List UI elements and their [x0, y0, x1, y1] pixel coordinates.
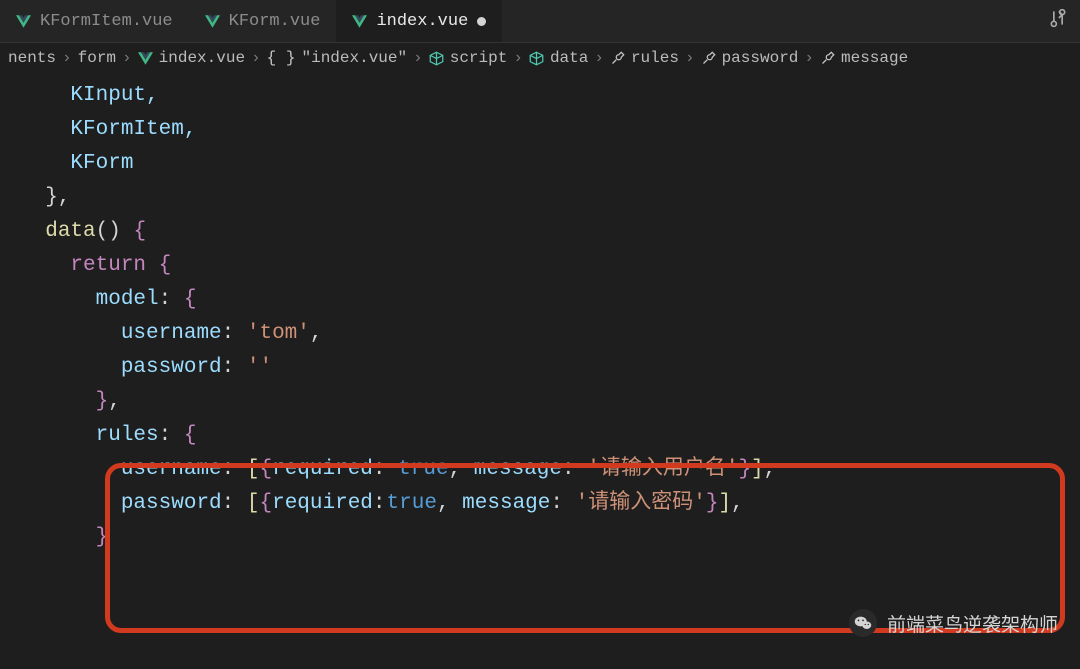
- cube-icon: [429, 51, 444, 66]
- breadcrumb-item[interactable]: nents: [8, 49, 56, 67]
- chevron-right-icon: ›: [251, 49, 261, 67]
- watermark: 前端菜鸟逆袭架构师: [849, 609, 1058, 637]
- code-line: password: [{required:true, message: '请输入…: [20, 487, 1080, 521]
- braces-icon: { }: [267, 49, 296, 67]
- code-line: data() {: [20, 215, 1080, 249]
- code-line: KFormItem,: [20, 113, 1080, 147]
- vue-icon: [16, 15, 31, 28]
- chevron-right-icon: ›: [594, 49, 604, 67]
- chevron-right-icon: ›: [804, 49, 814, 67]
- wrench-icon: [610, 51, 625, 66]
- code-line: username: 'tom',: [20, 317, 1080, 351]
- tab-kformitem[interactable]: KFormItem.vue: [0, 0, 189, 42]
- chevron-right-icon: ›: [122, 49, 132, 67]
- code-line: model: {: [20, 283, 1080, 317]
- watermark-text: 前端菜鸟逆袭架构师: [887, 610, 1058, 637]
- code-line: return {: [20, 249, 1080, 283]
- breadcrumb-item[interactable]: index.vue: [138, 49, 245, 67]
- breadcrumb-item[interactable]: message: [820, 49, 908, 67]
- cube-icon: [529, 51, 544, 66]
- breadcrumb-item[interactable]: rules: [610, 49, 679, 67]
- code-line: },: [20, 385, 1080, 419]
- chevron-right-icon: ›: [513, 49, 523, 67]
- tab-label: KFormItem.vue: [40, 12, 173, 31]
- breadcrumb-item[interactable]: { } "index.vue": [267, 49, 407, 67]
- breadcrumb-item[interactable]: password: [701, 49, 799, 67]
- breadcrumb-item[interactable]: script: [429, 49, 508, 67]
- tabs-container: KFormItem.vue KForm.vue index.vue: [0, 0, 502, 42]
- code-line: KInput,: [20, 79, 1080, 113]
- code-line: }: [20, 521, 1080, 555]
- compare-changes-icon[interactable]: [1048, 8, 1068, 34]
- tab-label: index.vue: [376, 12, 468, 31]
- code-line: username: [{required: true, message: '请输…: [20, 453, 1080, 487]
- breadcrumb-item[interactable]: data: [529, 49, 588, 67]
- wrench-icon: [820, 51, 835, 66]
- tab-index[interactable]: index.vue: [336, 0, 502, 42]
- chevron-right-icon: ›: [62, 49, 72, 67]
- tab-bar: KFormItem.vue KForm.vue index.vue: [0, 0, 1080, 42]
- tab-kform[interactable]: KForm.vue: [189, 0, 337, 42]
- text-cursor-icon: [386, 490, 387, 510]
- dirty-indicator: [477, 17, 486, 26]
- tab-label: KForm.vue: [229, 12, 321, 31]
- code-line: KForm: [20, 147, 1080, 181]
- vue-icon: [205, 15, 220, 28]
- code-line: },: [20, 181, 1080, 215]
- chevron-right-icon: ›: [685, 49, 695, 67]
- chevron-right-icon: ›: [413, 49, 423, 67]
- code-line: password: '': [20, 351, 1080, 385]
- wechat-icon: [849, 609, 877, 637]
- code-line: rules: {: [20, 419, 1080, 453]
- breadcrumb: nents › form › index.vue › { } "index.vu…: [0, 42, 1080, 73]
- vue-icon: [352, 15, 367, 28]
- breadcrumb-item[interactable]: form: [78, 49, 116, 67]
- vue-icon: [138, 52, 153, 65]
- wrench-icon: [701, 51, 716, 66]
- code-editor[interactable]: KInput, KFormItem, KForm }, data() { ret…: [0, 73, 1080, 555]
